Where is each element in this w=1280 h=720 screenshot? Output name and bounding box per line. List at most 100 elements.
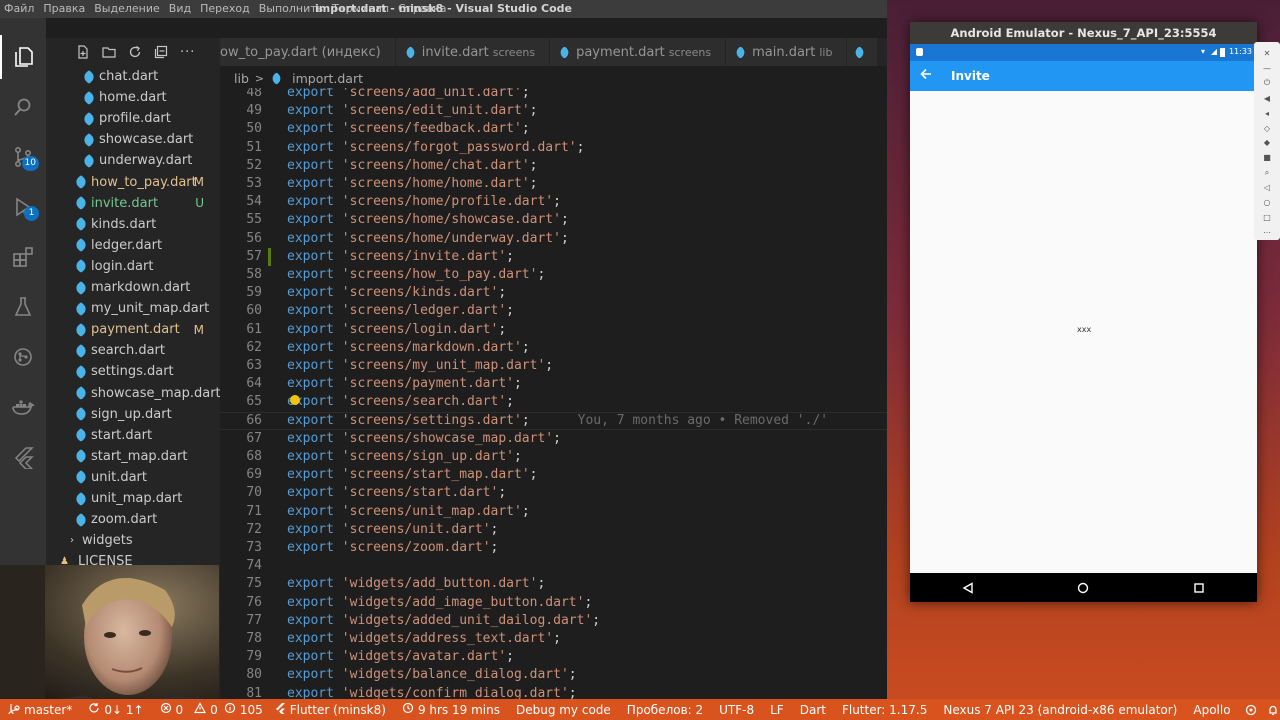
explorer-item[interactable]: ledger.dart [46,235,220,256]
editor-tab[interactable]: invite.dart screens [395,38,551,66]
breadcrumb-file[interactable]: import.dart [292,71,363,86]
volume-down-icon[interactable]: ◂ [1258,106,1276,121]
editor-tab-overflow[interactable] [847,38,879,66]
explorer-item[interactable]: my_unit_map.dart [46,298,220,319]
explorer-item[interactable]: home.dart [46,87,220,108]
explorer-item[interactable]: markdown.dart [46,277,220,298]
new-folder-icon[interactable] [102,45,116,59]
power-icon[interactable]: ⏻ [1258,76,1276,91]
camera-icon[interactable]: ■ [1258,150,1276,165]
status-item[interactable]: Debug my code [508,703,619,717]
explorer-item[interactable]: profile.dart [46,108,220,129]
code-text: export 'screens/settings.dart'; You, 7 mo… [287,412,828,430]
refresh-icon[interactable] [128,45,142,59]
rotate-left-icon[interactable]: ◇ [1258,121,1276,136]
string-token: widgets/balance_dialog.dart [349,667,561,683]
back-icon[interactable]: ◁ [1258,180,1276,195]
code-line: 81 export 'widgets/confirm_dialog.dart'; [220,685,887,699]
explorer-icon[interactable] [0,35,46,79]
editor-tab[interactable]: main.dart lib [726,38,848,66]
status-item[interactable]: Apollo [1185,703,1238,717]
nav-recents-icon[interactable] [1193,582,1205,594]
status-item[interactable]: 0 [152,702,192,717]
git-graph-icon[interactable] [0,335,46,379]
status-item[interactable]: Dart [792,703,834,717]
status-item[interactable]: LF [762,703,792,717]
status-item[interactable]: 9 hrs 19 mins [394,702,508,717]
explorer-item[interactable]: search.dart [46,340,220,361]
status-item[interactable]: Flutter (minsk8) [266,702,394,717]
overview-icon[interactable]: □ [1258,210,1276,225]
explorer-item[interactable]: kinds.dart [46,214,220,235]
explorer-item[interactable]: showcase.dart [46,129,220,150]
source-control-icon[interactable]: 10 [0,135,46,179]
explorer-item[interactable]: unit.dart [46,467,220,488]
code-text: export 'screens/forgot_password.dart'; [287,139,584,157]
status-item[interactable]: 0 [191,702,221,717]
back-arrow-icon[interactable] [920,68,934,84]
status-item[interactable]: Nexus 7 API 23 (android-x86 emulator) [935,703,1185,717]
semicolon: ; [592,612,601,628]
string-quote: ' [341,394,350,410]
semicolon: ; [521,412,530,428]
string-quote: ' [545,194,554,210]
breadcrumb-folder[interactable]: lib [234,71,249,86]
status-item[interactable]: 0↓ 1↑ [80,702,151,717]
line-number: 61 [246,321,262,337]
zoom-icon[interactable]: ⌕ [1258,165,1276,180]
feedback-icon[interactable] [1239,704,1263,716]
code-editor[interactable]: 48 export 'screens/add_unit.dart'; 49 expor… [220,88,887,699]
explorer-item[interactable]: invite.dart U [46,193,220,214]
explorer-item[interactable]: start_map.dart [46,446,220,467]
rotate-right-icon[interactable]: ◆ [1258,136,1276,151]
explorer-item[interactable]: login.dart [46,256,220,277]
docker-icon[interactable] [0,385,46,429]
testing-flask-icon[interactable] [0,285,46,329]
more-options-icon[interactable]: ⋯ [1258,225,1276,240]
keyword-token: export [287,649,334,665]
close-icon[interactable]: ✕ [1258,46,1276,61]
keyword-token: export [287,631,334,646]
explorer-item[interactable]: chat.dart [46,66,220,87]
nav-home-icon[interactable] [1077,582,1089,594]
flutter-icon[interactable] [0,435,46,479]
collapse-icon[interactable] [154,45,168,59]
explorer-item-label: chat.dart [99,69,159,84]
line-number: 70 [246,485,262,501]
editor-tab[interactable]: payment.dart screens [550,38,727,66]
extensions-icon[interactable] [0,235,46,279]
phone-screen-body[interactable]: xxx [910,91,1257,573]
keyword-token: export [287,121,334,137]
explorer-item[interactable]: sign_up.dart [46,404,220,425]
semicolon: ; [506,248,514,264]
minimize-icon[interactable]: — [1258,61,1276,76]
code-line: 59 export 'screens/kinds.dart'; [220,284,887,302]
explorer-item[interactable]: zoom.dart [46,509,220,530]
status-item[interactable]: Flutter: 1.17.5 [834,703,935,717]
explorer-item[interactable]: unit_map.dart [46,488,220,509]
code-text: export 'screens/start.dart'; [287,484,506,502]
run-debug-icon[interactable]: 1 [0,185,46,229]
line-number: 56 [246,230,262,246]
status-item[interactable]: UTF-8 [711,703,762,717]
nav-back-icon[interactable] [962,581,974,594]
explorer-actions: ··· [46,38,220,66]
explorer-item[interactable]: start.dart [46,425,220,446]
explorer-item[interactable]: showcase_map.dart [46,383,220,404]
explorer-item[interactable]: settings.dart [46,361,220,382]
explorer-item[interactable]: how_to_pay.dart M [46,172,220,193]
more-icon[interactable]: ··· [180,45,195,60]
explorer-item[interactable]: payment.dart M [46,319,220,340]
home-icon[interactable]: ○ [1258,195,1276,210]
status-item[interactable]: Пробелов: 2 [619,703,711,717]
code-text: export 'screens/home/chat.dart'; [287,157,537,175]
explorer-item[interactable]: underway.dart [46,150,220,171]
new-file-icon[interactable] [76,45,90,59]
status-item[interactable]: 105 [221,702,266,717]
explorer-item[interactable]: › widgets [46,530,220,551]
editor-tab[interactable]: ow_to_pay.dart (индекс) [220,38,396,66]
search-icon[interactable] [0,85,46,129]
volume-up-icon[interactable]: ◀ [1258,91,1276,106]
status-item[interactable]: master* [0,702,80,717]
notifications-icon[interactable] [1263,704,1280,716]
